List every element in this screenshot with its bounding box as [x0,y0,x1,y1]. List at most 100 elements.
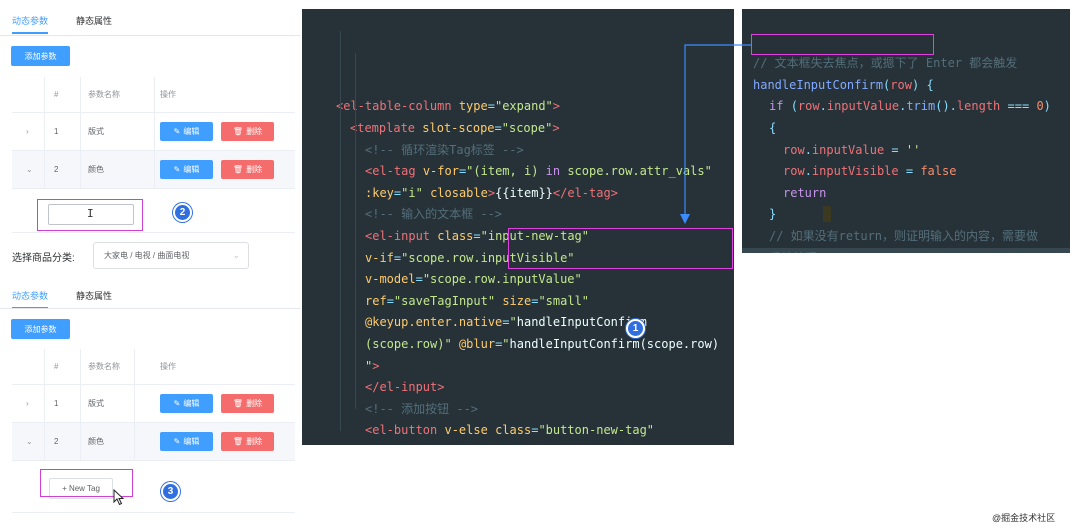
edit-button[interactable]: ✎ 编辑 [160,122,213,141]
code-token: "i" [401,185,423,200]
code-token: <el-input [365,228,431,243]
delete-button[interactable]: 🗑 删除 [221,160,274,179]
header-ops: 操作 [160,90,176,99]
code-line: // 如果没有return，则证明输入的内容，需要做 [742,226,1070,248]
code-line: // 文本框失去焦点，或摁下了 Enter 都会触发 [742,53,1070,75]
pencil-icon: ✎ [173,399,181,408]
code-token: = [502,315,510,330]
delete-button[interactable]: 🗑 删除 [221,394,274,413]
code-line: return [742,183,1070,205]
code-token: = [494,120,502,135]
code-token: = [487,99,495,114]
code-token: . [819,99,827,114]
code-token: = [891,142,899,157]
code-token: "(item, i) [466,164,546,179]
tab-dynamic-params[interactable]: 动态参数 [12,14,49,34]
trash-icon: 🗑 [232,399,244,408]
edit-button[interactable]: ✎ 编辑 [160,432,213,451]
template-code-editor: <el-table-column type="expand"> <template… [302,9,734,445]
code-line: 后续处理 [742,247,1070,253]
highlight-box [37,199,143,231]
code-line: <el-table-column type="expand"> [302,96,734,118]
code-token: trim [906,99,936,114]
step-badge-2: 2 [173,203,192,222]
delete-button[interactable]: 🗑 删除 [221,122,274,141]
code-token: ) [1043,99,1051,114]
code-token: } [769,207,777,222]
row-name: 颜色 [88,437,104,446]
pencil-icon: ✎ [173,127,181,136]
tab-static-attrs[interactable]: 静态属性 [76,14,112,34]
code-token: '' [905,142,921,157]
code-line: (scope.row)" @blur="handleInputConfirm(s… [302,334,734,356]
code-token: </el-tag> [552,185,618,200]
code-token: v-for [422,164,459,179]
pencil-icon: ✎ [173,165,181,174]
code-token: // 如果没有return，则证明输入的内容，需要做 [769,228,1039,243]
code-line: ref="saveTagInput" size="small" [302,291,734,313]
row-name: 版式 [88,399,104,408]
header-ops: 操作 [160,362,176,371]
step-badge-1: 1 [626,319,645,338]
table-row: › 1 版式 ✎ 编辑 🗑 删除 [12,385,295,423]
code-token: @blur [458,336,496,351]
code-token: "button-new-tag" [538,423,655,438]
code-token: <el-tag [365,164,416,179]
code-line: size="small" @click="showInput(scope.row… [302,442,734,446]
params-table-bottom: # 参数名称 操作 › 1 版式 ✎ 编辑 🗑 删除 ⌄ 2 颜色 ✎ 编辑 🗑 删除 [12,349,295,461]
code-token: inputValue [826,99,900,114]
code-token: === [1007,99,1030,114]
code-token: . [804,142,812,157]
code-token: . [804,164,812,179]
code-token: return [783,185,827,200]
code-token: scope.row.attr_vals" [560,164,712,179]
code-line: "> [302,356,734,378]
code-token: </el-input> [365,380,445,395]
code-line: <!-- 循环渲染Tag标签 --> [302,140,734,162]
row-name: 颜色 [88,165,104,174]
edit-button[interactable]: ✎ 编辑 [160,394,213,413]
code-token: ref [365,293,387,308]
row-name: 版式 [88,127,104,136]
code-line: { [742,118,1070,140]
header-name: 参数名称 [88,362,120,371]
tabs-top: 动态参数 静态属性 [12,14,112,34]
code-token: "saveTagInput" [393,293,496,308]
code-token: (scope.row)" [365,336,452,351]
tab-static-attrs[interactable]: 静态属性 [76,289,112,309]
highlight-box [751,34,934,55]
code-token: false [920,164,957,179]
code-token: if [769,99,784,114]
code-line: <template slot-scope="scope"> [302,118,734,140]
code-token: // 文本框失去焦点，或摁下了 Enter 都会触发 [753,56,1018,71]
category-label: 选择商品分类: [12,253,75,264]
tab-dynamic-params[interactable]: 动态参数 [12,289,49,309]
code-token: closable [430,185,488,200]
code-token: row [890,77,912,92]
code-lines: // 文本框失去焦点，或摁下了 Enter 都会触发 handleInputCon… [742,53,1070,253]
add-param-button[interactable]: 添加参数 [11,46,70,66]
code-token: <el-button [365,423,438,438]
header-name: 参数名称 [88,90,120,99]
code-token: { [926,77,934,92]
code-token: 0 [1036,99,1044,114]
code-line: handleInputConfirm(row) { [742,75,1070,97]
code-token: in [545,164,561,179]
add-param-button[interactable]: 添加参数 [11,319,70,339]
code-line: row.inputValue = '' [742,140,1070,162]
code-line: <!-- 添加按钮 --> [302,399,734,421]
delete-button[interactable]: 🗑 删除 [221,432,274,451]
category-select[interactable]: 大家电 / 电视 / 曲面电视 ⌄ [93,242,249,269]
code-token: :key [365,185,394,200]
category-value: 大家电 / 电视 / 曲面电视 [104,251,190,260]
edit-button[interactable]: ✎ 编辑 [160,160,213,179]
code-line: </el-input> [302,377,734,399]
code-token: inputVisible [811,164,899,179]
code-token: row [783,164,805,179]
code-line: :key="i" closable>{{item}}</el-tag> [302,183,734,205]
